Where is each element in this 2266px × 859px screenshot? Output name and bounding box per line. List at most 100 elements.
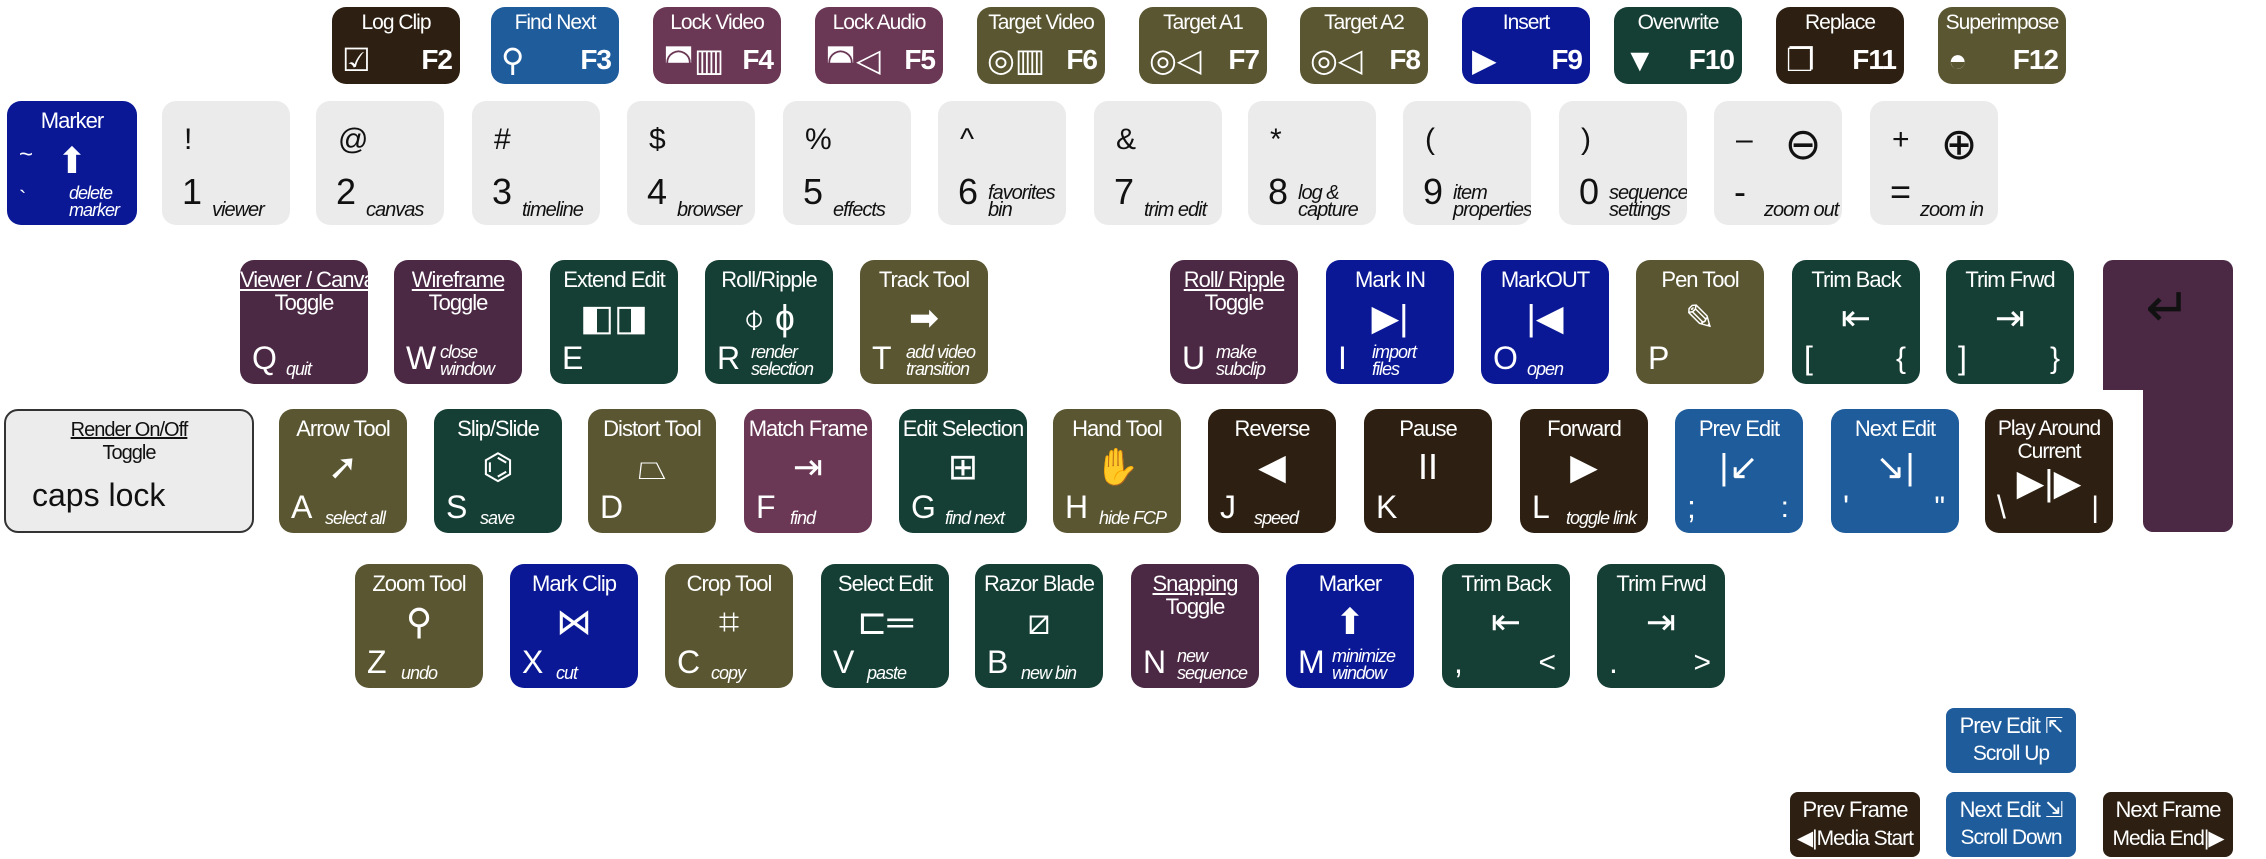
key-shortcut-hint: cut (556, 663, 578, 683)
key-browser[interactable]: $4 browser (627, 101, 755, 225)
key-item-properties[interactable]: (9 item properties (1403, 101, 1531, 225)
key-title: Trim Back (1792, 268, 1920, 291)
key-wireframe[interactable]: Wireframe Toggle Wclose window (394, 260, 522, 384)
key-f8[interactable]: Target A2 ◎◁ F8 (1300, 7, 1428, 84)
key-select-edit[interactable]: Select Edit ⊏═ Vpaste (821, 564, 949, 688)
key-title: Marker (1286, 572, 1414, 595)
key-letter: \ (1997, 489, 2006, 525)
key-snapping[interactable]: Snapping Toggle Nnew sequence (1131, 564, 1259, 688)
trim-forward-icon: ⇥ (1994, 297, 2026, 338)
key-f2[interactable]: Log Clip ☑ F2 (332, 7, 460, 84)
key-trim-back[interactable]: Trim Back ⇤, < (1442, 564, 1570, 688)
key-return[interactable]: ↵ (2103, 260, 2233, 390)
key-effects[interactable]: % 5 effects (783, 101, 911, 225)
key-title-main: Hand Tool (1072, 416, 1163, 441)
reverse-icon: ◀ (1258, 446, 1286, 487)
key-f9[interactable]: Insert ▶ F9 (1462, 7, 1590, 84)
key-shortcut-hint: speed (1254, 508, 1299, 528)
key-shortcut-hint: undo (401, 663, 438, 683)
key-shortcut-hint: close window (440, 342, 495, 379)
key-sequence-settings[interactable]: ) 0 sequence settings (1559, 101, 1687, 225)
key-alt-symbol: > (1693, 646, 1711, 679)
key-title-main: Crop Tool (686, 571, 773, 596)
key-favorites-bin[interactable]: ^ 6 favorites bin (938, 101, 1066, 225)
key-trim-back[interactable]: Trim Back ⇤ [{ (1792, 260, 1920, 384)
key-shortcut-hint: quit (286, 359, 312, 379)
key-symbol: ( (1425, 123, 1435, 156)
key-mark-clip[interactable]: Mark Clip ⋈ Xcut (510, 564, 638, 688)
key-letter: R (717, 340, 741, 376)
key-trim-frwd[interactable]: Trim Frwd ⇥. > (1597, 564, 1725, 688)
key-f6[interactable]: Target Video ◎▥ F6 (977, 7, 1105, 84)
key-f7[interactable]: Target A1 ◎◁ F7 (1139, 7, 1267, 84)
key-f3[interactable]: Find Next ⚲ F3 (491, 7, 619, 84)
key-trim-frwd[interactable]: Trim Frwd ⇥]} (1946, 260, 2074, 384)
key-letter: . (1609, 644, 1618, 680)
marker-icon: ⬆ (1334, 601, 1366, 642)
key-extend-edit[interactable]: Extend Edit ◧◨ E (550, 260, 678, 384)
key-title-main: Roll/ Ripple (1183, 267, 1285, 292)
key-markout[interactable]: MarkOUT |◀ Oopen (1481, 260, 1609, 384)
key-viewer[interactable]: ! 1 viewer (162, 101, 290, 225)
key-letter: S (446, 489, 468, 525)
key-slip-slide[interactable]: Slip/Slide ⌬ Ssave (434, 409, 562, 533)
key-arrow-tool[interactable]: Arrow Tool ➚ Aselect all (279, 409, 407, 533)
key-f12[interactable]: Superimpose ◓ F12 (1938, 7, 2066, 84)
key-canvas[interactable]: @2 canvas (316, 101, 444, 225)
key-return-lower[interactable] (2143, 380, 2233, 532)
key-zoom-tool[interactable]: Zoom Tool ⚲ Zundo (355, 564, 483, 688)
key-letter: E (562, 340, 584, 376)
key-zoom-out[interactable]: – ⊖ - zoom out (1714, 101, 1842, 225)
key-shortcut-hint: save (480, 508, 515, 528)
key-track-tool[interactable]: Track Tool ➡ Tadd video transition (860, 260, 988, 384)
key-next-frame-media-end[interactable]: Next Frame Media End|▶ (2103, 792, 2233, 857)
key-play-around-current[interactable]: Play Around Current ▶|▶ \ | (1985, 409, 2113, 533)
key-viewer-canvas[interactable]: Viewer / CanvasToggle Qquit (240, 260, 368, 384)
replace-icon: ❐ (1786, 42, 1815, 78)
key-edit-selection[interactable]: Edit Selection ⊞ Gfind next (899, 409, 1027, 533)
key-log-capture[interactable]: * 8 log & capture (1248, 101, 1376, 225)
key-next-edit-scroll-down[interactable]: Next Edit ⇲ Scroll Down (1946, 792, 2076, 857)
key-match-frame[interactable]: Match Frame ⇥ Ffind (744, 409, 872, 533)
key-f10[interactable]: Overwrite ▼ F10 (1614, 7, 1742, 84)
key-letter: I (1338, 340, 1347, 376)
key-pen-tool[interactable]: Pen Tool ✎ P (1636, 260, 1764, 384)
key-title-main: Snapping (1152, 571, 1239, 596)
key-letter: K (1376, 489, 1398, 525)
key-tilde-marker[interactable]: Marker ⬆ ~ ` delete marker (7, 101, 137, 225)
key-marker[interactable]: Marker ⬆ Mminimize window (1286, 564, 1414, 688)
key-title: Prev Frame (1802, 797, 1909, 822)
key-title: Edit Selection (899, 417, 1027, 440)
key-shortcut-hint: zoom out (1764, 199, 1839, 221)
key-razor-blade[interactable]: Razor Blade ⧄ Bnew bin (975, 564, 1103, 688)
key-prev-edit[interactable]: Prev Edit |↙;: (1675, 409, 1803, 533)
key-roll-ripple[interactable]: Roll/ Ripple Toggle Umake subclip (1170, 260, 1298, 384)
key-roll-ripple[interactable]: Roll/Ripple ⌽ ɸ Rrender selection (705, 260, 833, 384)
key-zoom-in[interactable]: + ⊕ = zoom in (1870, 101, 1998, 225)
key-f11[interactable]: Replace ❐ F11 (1776, 7, 1904, 84)
key-caps-lock[interactable]: Render On/Off Toggle caps lock (4, 409, 254, 533)
key-f5[interactable]: Lock Audio ◚◁ F5 (815, 7, 943, 84)
key-distort-tool[interactable]: Distort Tool ⏢ D (588, 409, 716, 533)
key-mark-in[interactable]: Mark IN ▶| Iimport files (1326, 260, 1454, 384)
key-next-edit[interactable]: Next Edit ↘| ' " (1831, 409, 1959, 533)
key-f4[interactable]: Lock Video ◚▥ F4 (653, 7, 781, 84)
key-prev-frame-media-start[interactable]: Prev Frame ◀|Media Start (1790, 792, 1920, 857)
key-title: Marker (40, 108, 104, 133)
key-title-main: Zoom Tool (372, 571, 466, 596)
key-prev-edit-scroll-up[interactable]: Prev Edit ⇱ Scroll Up (1946, 708, 2076, 773)
key-forward[interactable]: Forward ▶ Ltoggle link (1520, 409, 1648, 533)
key-title-main: Prev Edit (1698, 416, 1780, 441)
key-title-main: Play Around Current (1997, 417, 2101, 463)
key-pause[interactable]: Pause II K (1364, 409, 1492, 533)
key-title: Zoom Tool (355, 572, 483, 595)
key-number: 7 (1114, 171, 1135, 212)
key-title-main: Trim Back (1811, 267, 1901, 292)
hand-tool-icon: ✋ (1094, 446, 1140, 487)
key-hand-tool[interactable]: Hand Tool ✋ Hhide FCP (1053, 409, 1181, 533)
function-key-label: F10 (1688, 44, 1735, 75)
key-reverse[interactable]: Reverse ◀ Jspeed (1208, 409, 1336, 533)
key-crop-tool[interactable]: Crop Tool ⌗ Ccopy (665, 564, 793, 688)
key-trim-edit[interactable]: & 7 trim edit (1094, 101, 1222, 225)
key-timeline[interactable]: #3 timeline (472, 101, 600, 225)
